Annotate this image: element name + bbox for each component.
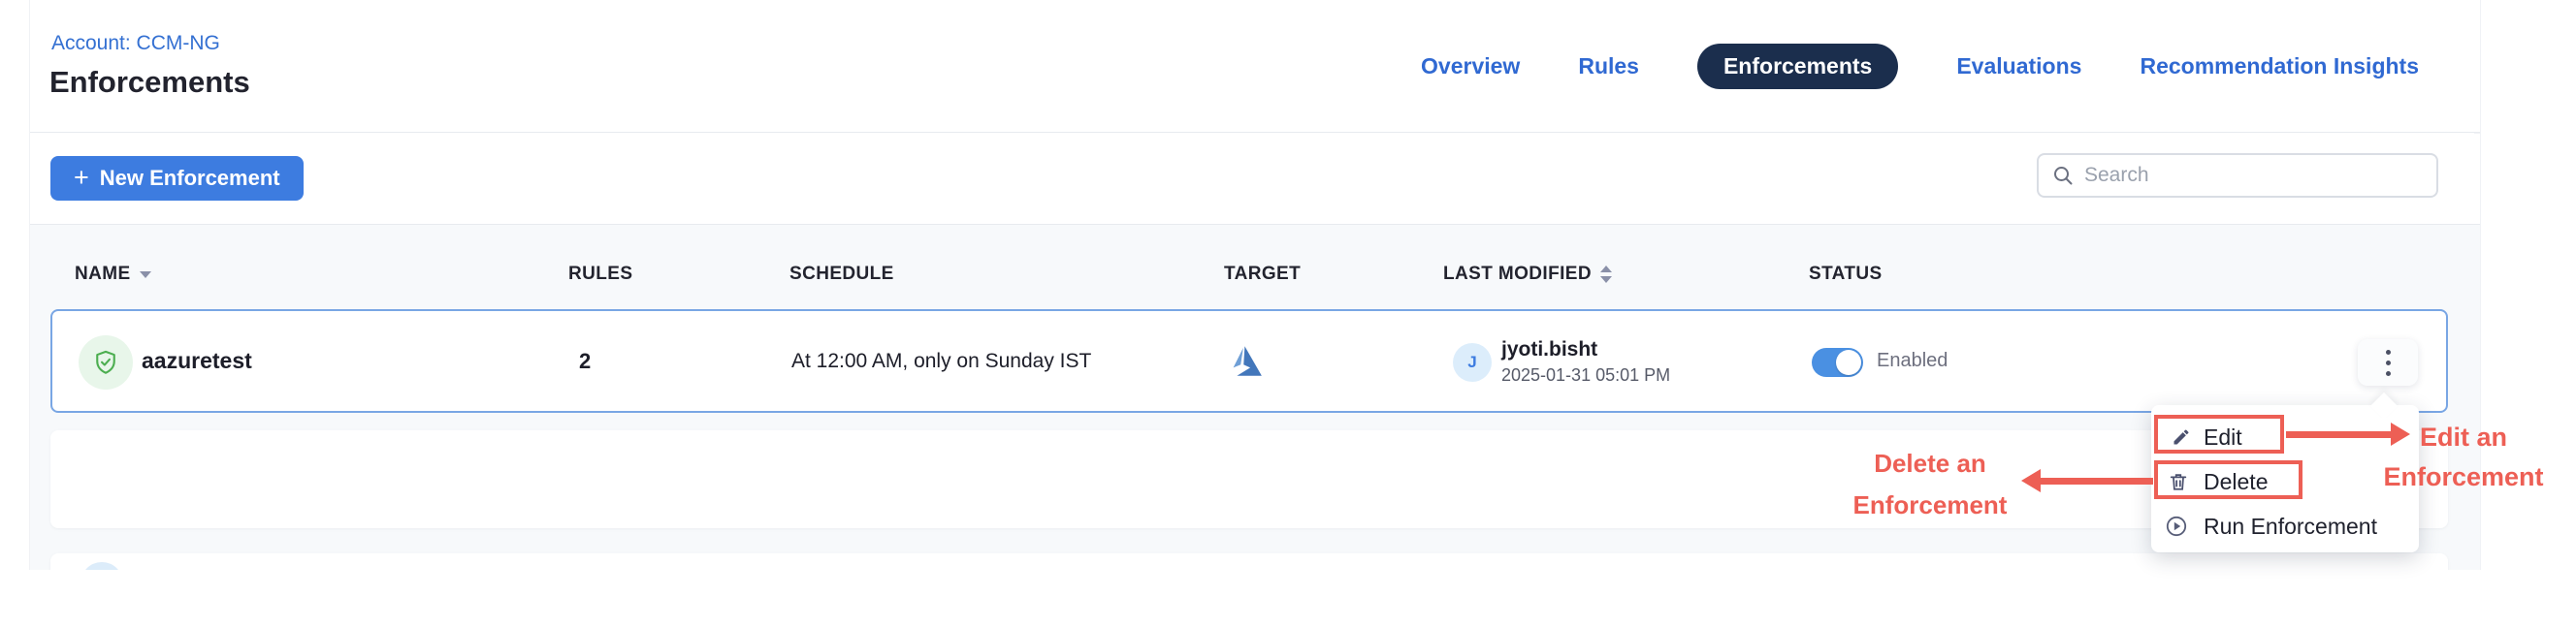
- delete-annotation-text: Delete an Enforcement: [1829, 443, 2031, 526]
- menu-item-edit-label: Edit: [2204, 424, 2242, 451]
- new-enforcement-label: New Enforcement: [100, 166, 280, 191]
- search-input[interactable]: [2084, 164, 2423, 187]
- avatar: J: [1453, 343, 1492, 382]
- menu-item-delete-label: Delete: [2204, 469, 2268, 495]
- delete-annotation-line2: Enforcement: [1829, 485, 2031, 526]
- table-row[interactable]: aazuretest 2 At 12:00 AM, only on Sunday…: [50, 309, 2448, 413]
- delete-annotation-arrow: [2039, 478, 2153, 485]
- plus-icon: +: [74, 165, 89, 191]
- enforcement-schedule: At 12:00 AM, only on Sunday IST: [791, 311, 1091, 411]
- column-header-rules[interactable]: RULES: [568, 264, 632, 285]
- column-header-status-label: STATUS: [1809, 264, 1883, 285]
- play-circle-icon: [2165, 515, 2188, 538]
- toolbar: + New Enforcement: [30, 134, 2480, 225]
- modified-at: 2025-01-31 05:01 PM: [1501, 365, 1670, 386]
- kebab-menu-icon: [2386, 350, 2391, 355]
- enforcements-table: NAME RULES SCHEDULE TARGET LAST MODIFIED…: [30, 225, 2480, 628]
- shield-check-icon: [79, 335, 133, 390]
- modified-by: jyoti.bisht: [1501, 338, 1670, 361]
- enforcement-rules-count: 2: [579, 311, 591, 411]
- column-header-schedule[interactable]: SCHEDULE: [789, 264, 894, 285]
- column-header-name[interactable]: NAME: [75, 264, 152, 285]
- tab-evaluations[interactable]: Evaluations: [1956, 53, 2081, 79]
- delete-annotation-line1: Delete an: [1829, 443, 2031, 485]
- menu-item-run-enforcement[interactable]: Run Enforcement: [2151, 509, 2419, 544]
- caret-down-icon: [139, 270, 152, 279]
- new-enforcement-button[interactable]: + New Enforcement: [50, 156, 304, 201]
- tab-recommendation-insights[interactable]: Recommendation Insights: [2140, 53, 2419, 79]
- column-header-target-label: TARGET: [1224, 264, 1301, 285]
- screenshot-bottom-fade: [0, 570, 2576, 628]
- tab-overview[interactable]: Overview: [1421, 53, 1520, 79]
- row-actions-button[interactable]: [2358, 339, 2418, 386]
- azure-icon: [1226, 311, 1263, 411]
- pencil-icon: [2172, 427, 2191, 447]
- column-header-schedule-label: SCHEDULE: [789, 264, 894, 285]
- toggle-knob: [1836, 350, 1861, 375]
- search-box[interactable]: [2037, 153, 2438, 198]
- sort-arrows-icon: [1599, 265, 1613, 284]
- tab-rules[interactable]: Rules: [1578, 53, 1639, 79]
- menu-item-run-label: Run Enforcement: [2204, 514, 2377, 540]
- status-toggle[interactable]: [1812, 348, 1863, 377]
- enforcement-name: aazuretest: [142, 311, 252, 411]
- last-modified-cell: jyoti.bisht 2025-01-31 05:01 PM: [1501, 338, 1670, 386]
- page-header: Account: CCM-NG Enforcements Overview Ru…: [30, 0, 2480, 133]
- column-header-last-modified[interactable]: LAST MODIFIED: [1443, 264, 1613, 285]
- edit-annotation-text: Edit an Enforcement: [2367, 418, 2560, 497]
- tab-enforcements[interactable]: Enforcements: [1697, 44, 1898, 89]
- column-header-name-label: NAME: [75, 264, 131, 285]
- search-icon: [2052, 165, 2074, 186]
- account-breadcrumb-link[interactable]: Account: CCM-NG: [51, 32, 220, 55]
- edit-annotation-line2: Enforcement: [2367, 457, 2560, 497]
- status-label: Enabled: [1877, 311, 1948, 411]
- column-header-target[interactable]: TARGET: [1224, 264, 1301, 285]
- column-header-last-modified-label: LAST MODIFIED: [1443, 264, 1592, 285]
- nav-tabs: Overview Rules Enforcements Evaluations …: [1421, 0, 2419, 133]
- page-title: Enforcements: [49, 65, 250, 100]
- trash-icon: [2168, 471, 2189, 492]
- column-header-status[interactable]: STATUS: [1809, 264, 1883, 285]
- edit-annotation-line1: Edit an: [2367, 418, 2560, 457]
- column-header-rules-label: RULES: [568, 264, 632, 285]
